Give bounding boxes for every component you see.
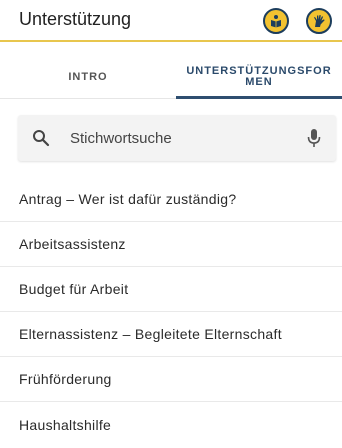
app-bar: Unterstützung — [0, 0, 342, 42]
sign-language-hand-icon — [314, 15, 325, 27]
list-item[interactable]: Arbeitsassistenz — [0, 222, 342, 267]
tab-intro[interactable]: INTRO — [0, 55, 176, 99]
tab-unterstuetzungsformen[interactable]: UNTERSTÜTZUNGSFOR MEN — [176, 55, 342, 99]
list-item[interactable]: Haushaltshilfe — [0, 402, 342, 447]
list-item[interactable]: Antrag – Wer ist dafür zuständig? — [0, 177, 342, 222]
list-item[interactable]: Frühförderung — [0, 357, 342, 402]
search-icon[interactable] — [32, 129, 50, 147]
tab-intro-label: INTRO — [68, 70, 108, 83]
sign-language-book-icon — [271, 15, 281, 28]
easy-language-button[interactable] — [263, 8, 289, 34]
list-item[interactable]: Budget für Arbeit — [0, 267, 342, 312]
support-forms-list: Antrag – Wer ist dafür zuständig? Arbeit… — [0, 177, 342, 447]
search-bar[interactable]: Stichwortsuche — [18, 115, 336, 161]
list-item[interactable]: Elternassistenz – Begleitete Elternschaf… — [0, 312, 342, 357]
search-input[interactable]: Stichwortsuche — [70, 130, 172, 147]
sign-language-button[interactable] — [306, 8, 332, 34]
tab-forms-label: UNTERSTÜTZUNGSFOR MEN — [186, 65, 332, 88]
tab-selected-indicator — [176, 96, 342, 99]
tab-bar: INTRO UNTERSTÜTZUNGSFOR MEN — [0, 55, 342, 99]
page-title: Unterstützung — [19, 9, 132, 29]
microphone-icon[interactable] — [304, 127, 324, 149]
